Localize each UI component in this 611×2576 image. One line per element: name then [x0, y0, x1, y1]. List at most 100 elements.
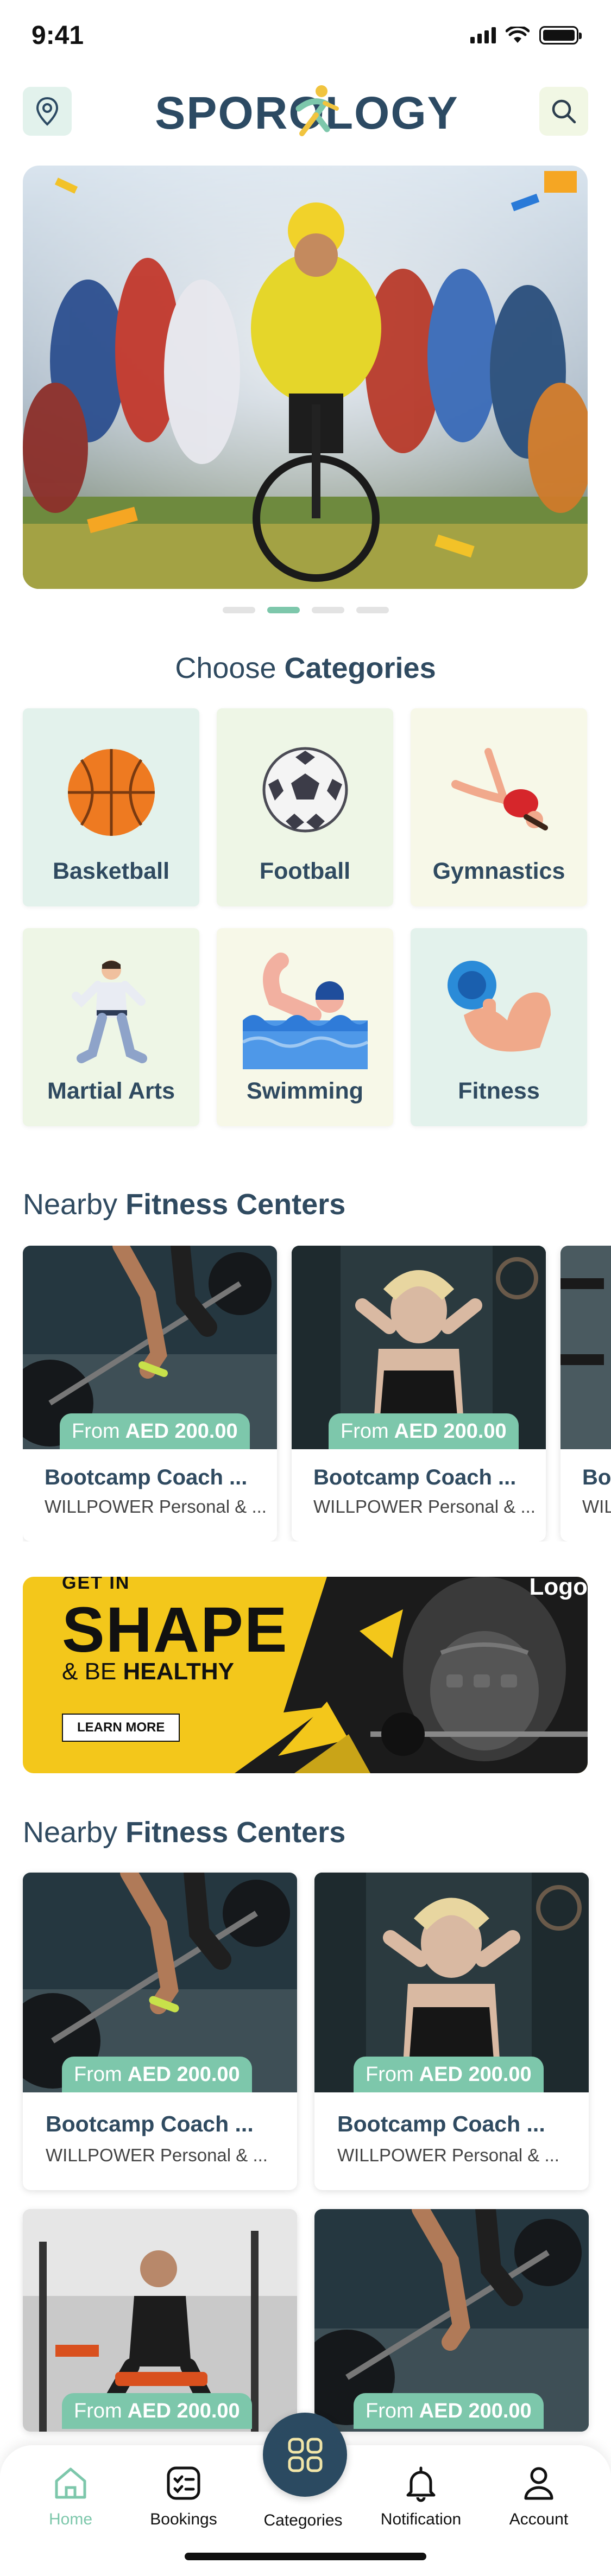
tab-home[interactable]: Home — [19, 2461, 122, 2529]
carousel-dot[interactable] — [222, 607, 255, 613]
search-button[interactable] — [539, 87, 588, 136]
carousel-dots — [0, 607, 611, 613]
fitness-center-card[interactable]: From AED 200.00 — [314, 2209, 589, 2432]
fitness-center-card[interactable]: From AED 200.00 Bootcamp Coach ... WILLP… — [23, 1246, 277, 1541]
tab-notification[interactable]: Notification — [369, 2461, 473, 2529]
category-card-basketball[interactable]: Basketball — [23, 708, 199, 906]
gym-photo — [560, 1246, 611, 1449]
categories-heading-light: Choose — [175, 652, 276, 684]
nearby-heading-bold: Fitness Centers — [125, 1188, 346, 1221]
fitness-center-card[interactable]: Boo WIL — [560, 1246, 611, 1541]
sports-collage-image — [23, 166, 588, 589]
promo-headline: SHAPE — [62, 1594, 288, 1666]
nearby-heading-light: Nearby — [23, 1188, 118, 1221]
gym-photo: From AED 200.00 — [314, 2209, 589, 2432]
categories-heading: Choose Categories — [0, 651, 611, 685]
category-card-martial-arts[interactable]: Martial Arts — [23, 928, 199, 1126]
fitness-center-card[interactable]: From AED 200.00 Bootcamp Coach ... WILLP… — [314, 1873, 589, 2190]
carousel-dot-active[interactable] — [267, 607, 300, 613]
category-label: Football — [259, 858, 351, 884]
nearby-heading: Nearby Fitness Centers — [23, 1188, 345, 1221]
price-badge: From AED 200.00 — [354, 2057, 544, 2092]
status-time: 9:41 — [32, 21, 84, 50]
promo-subline-light: & BE — [62, 1658, 117, 1685]
martial-arts-icon — [23, 958, 199, 1067]
wifi-icon — [506, 27, 530, 43]
home-indicator — [185, 2553, 426, 2560]
fitness-icon — [411, 955, 587, 1069]
categories-fab-button[interactable] — [263, 2413, 347, 2497]
price-value: AED 200.00 — [125, 1419, 238, 1443]
promo-banner[interactable]: GET IN SHAPE & BE HEALTHY LEARN MORE Log… — [23, 1577, 588, 1773]
price-badge: From AED 200.00 — [62, 2393, 252, 2429]
tab-label: Categories — [263, 2511, 343, 2529]
tab-label: Bookings — [150, 2510, 217, 2528]
status-bar: 9:41 — [0, 0, 611, 71]
gym-photo: From AED 200.00 — [292, 1246, 546, 1449]
category-card-swimming[interactable]: Swimming — [217, 928, 393, 1126]
tab-label: Notification — [380, 2510, 462, 2528]
tab-bookings[interactable]: Bookings — [132, 2461, 235, 2529]
fitness-center-card[interactable]: From AED 200.00 — [23, 2209, 297, 2432]
price-badge: From AED 200.00 — [60, 1413, 250, 1449]
categories-heading-bold: Categories — [284, 652, 436, 684]
category-card-football[interactable]: Football — [217, 708, 393, 906]
price-prefix: From — [366, 2399, 414, 2422]
price-prefix: From — [72, 1419, 120, 1443]
tab-account[interactable]: Account — [487, 2461, 590, 2529]
price-value: AED 200.00 — [127, 2063, 240, 2086]
nearby-heading: Nearby Fitness Centers — [23, 1816, 345, 1849]
app-header: SPOROLOGY — [0, 76, 611, 147]
category-card-fitness[interactable]: Fitness — [411, 928, 587, 1126]
nearby-grid: From AED 200.00 Bootcamp Coach ... WILLP… — [23, 1873, 589, 2432]
card-title: Bootcamp Coach ... — [45, 1465, 248, 1489]
tab-label: Account — [509, 2510, 569, 2528]
price-prefix: From — [341, 1419, 389, 1443]
price-value: AED 200.00 — [419, 2063, 532, 2086]
card-subtitle: WILLPOWER Personal & ... — [337, 2145, 559, 2165]
categories-grid: Basketball Football Gymnastics Martial A… — [23, 708, 588, 1126]
category-card-gymnastics[interactable]: Gymnastics — [411, 708, 587, 906]
category-label: Fitness — [458, 1078, 540, 1104]
price-badge: From AED 200.00 — [329, 1413, 519, 1449]
nearby-heading-bold: Fitness Centers — [125, 1816, 346, 1849]
tab-label: Home — [48, 2510, 93, 2528]
price-value: AED 200.00 — [127, 2399, 240, 2422]
battery-icon — [539, 26, 582, 45]
gym-photo: From AED 200.00 — [23, 1246, 277, 1449]
status-icons — [470, 26, 582, 45]
grid-icon — [288, 2438, 322, 2472]
nearby-carousel[interactable]: From AED 200.00 Bootcamp Coach ... WILLP… — [23, 1246, 611, 1541]
learn-more-button[interactable]: LEARN MORE — [62, 1714, 180, 1742]
nearby-heading-light: Nearby — [23, 1816, 118, 1849]
search-icon — [552, 99, 576, 124]
price-badge: From AED 200.00 — [62, 2057, 252, 2092]
category-label: Gymnastics — [432, 858, 565, 884]
card-subtitle: WILLPOWER Personal & ... — [45, 1496, 267, 1517]
price-prefix: From — [74, 2063, 122, 2086]
price-value: AED 200.00 — [394, 1419, 507, 1443]
price-badge: From AED 200.00 — [354, 2393, 544, 2429]
user-icon — [517, 2461, 560, 2505]
card-title: Boo — [582, 1465, 611, 1489]
location-button[interactable] — [23, 87, 72, 136]
home-icon — [49, 2461, 92, 2505]
card-title: Bootcamp Coach ... — [337, 2111, 545, 2136]
hero-banner[interactable] — [23, 166, 588, 589]
fitness-center-card[interactable]: From AED 200.00 Bootcamp Coach ... WILLP… — [23, 1873, 297, 2190]
card-subtitle: WILLPOWER Personal & ... — [46, 2145, 268, 2165]
carousel-dot[interactable] — [311, 607, 344, 613]
card-subtitle: WILLPOWER Personal & ... — [313, 1496, 536, 1517]
carousel-dot[interactable] — [356, 607, 389, 613]
gym-photo: From AED 200.00 — [314, 1873, 589, 2092]
tab-categories[interactable]: Categories — [251, 2506, 355, 2530]
gym-photo: From AED 200.00 — [23, 1873, 297, 2092]
swimming-icon — [217, 950, 393, 1069]
category-label: Martial Arts — [47, 1078, 175, 1104]
runner-logo-icon — [295, 85, 339, 136]
bookings-icon — [162, 2461, 205, 2505]
gymnastics-icon — [411, 746, 587, 839]
price-prefix: From — [74, 2399, 122, 2422]
fitness-center-card[interactable]: From AED 200.00 Bootcamp Coach ... WILLP… — [292, 1246, 546, 1541]
basketball-icon — [23, 746, 199, 839]
